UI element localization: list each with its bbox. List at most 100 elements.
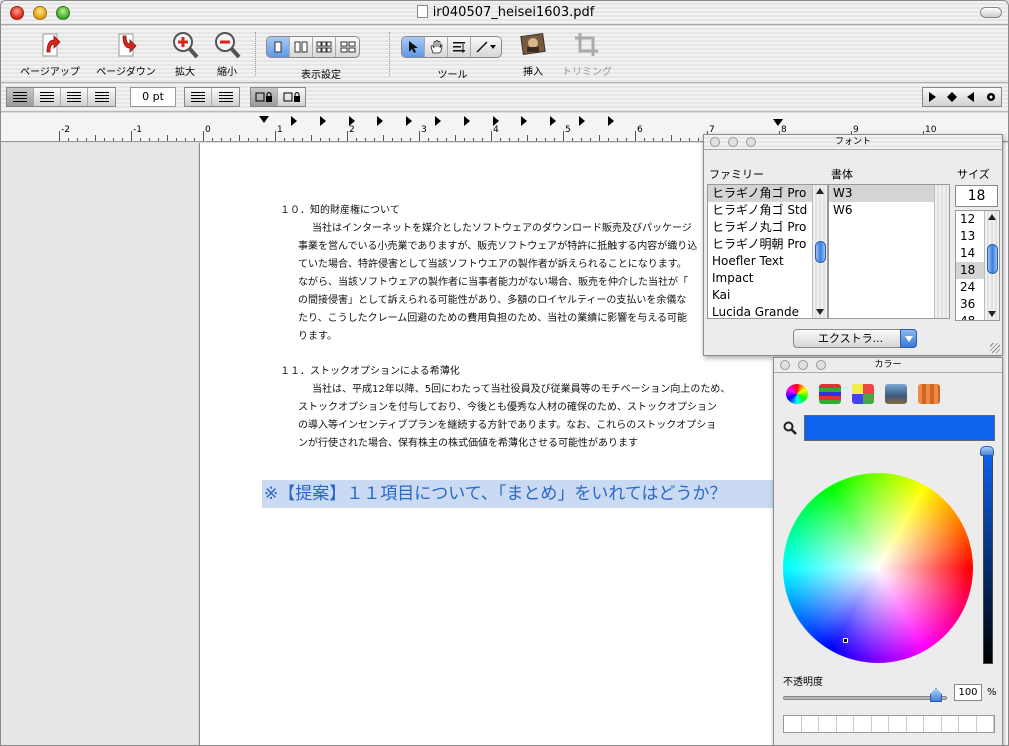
- align-left-button[interactable]: [7, 88, 34, 106]
- family-header: ファミリー: [709, 168, 764, 181]
- record-icon[interactable]: [986, 92, 996, 102]
- page-up-button[interactable]: ページアップ: [15, 30, 85, 78]
- previous-arrow-icon[interactable]: [967, 92, 975, 102]
- lock-control[interactable]: [250, 87, 306, 107]
- scroll-up-arrow-icon[interactable]: [988, 214, 996, 220]
- page-navigation-control[interactable]: [922, 87, 1002, 107]
- left-indent-marker[interactable]: [259, 116, 269, 123]
- brightness-slider-knob[interactable]: [980, 446, 994, 456]
- tab-stop-marker[interactable]: [550, 116, 557, 126]
- toolbar-toggle-button[interactable]: [980, 7, 1002, 18]
- color-panel-close-button[interactable]: [780, 360, 790, 370]
- scroll-down-arrow-icon[interactable]: [988, 311, 996, 317]
- tab-stop-marker[interactable]: [291, 116, 297, 126]
- extras-popup-button[interactable]: エクストラ...: [793, 329, 917, 348]
- paragraph-spacing-button[interactable]: [212, 88, 239, 106]
- opacity-field[interactable]: 100: [954, 684, 982, 701]
- opacity-unit: %: [987, 687, 997, 698]
- typeface-scrollbar[interactable]: [934, 185, 949, 318]
- lock-text-button[interactable]: [278, 88, 305, 106]
- family-list-item[interactable]: Impact: [708, 270, 827, 287]
- family-scroll-thumb[interactable]: [815, 241, 826, 263]
- diamond-icon[interactable]: [946, 92, 957, 102]
- typeface-list-item[interactable]: W3: [829, 185, 949, 202]
- crayons-mode-icon[interactable]: [918, 384, 940, 404]
- align-right-button[interactable]: [88, 88, 115, 106]
- font-panel-minimize-button[interactable]: [728, 137, 738, 147]
- family-list-item[interactable]: Kai: [708, 287, 827, 304]
- tab-stop-marker[interactable]: [319, 116, 326, 126]
- tab-stop-marker[interactable]: [435, 116, 441, 126]
- size-list[interactable]: 12 13 14 18 24 36 48: [955, 210, 1000, 321]
- tab-stop-marker[interactable]: [492, 116, 499, 126]
- insert-label: 挿入: [523, 67, 543, 78]
- current-color-swatch[interactable]: [804, 415, 995, 441]
- opacity-slider-knob[interactable]: [930, 688, 942, 702]
- tool-selector[interactable]: [401, 36, 502, 58]
- font-panel-close-button[interactable]: [710, 137, 720, 147]
- size-field[interactable]: 18: [955, 185, 998, 207]
- right-margin-marker[interactable]: [773, 119, 783, 126]
- align-justify-button[interactable]: [61, 88, 88, 106]
- family-list[interactable]: ヒラギノ角ゴ Pro ヒラギノ角ゴ Std ヒラギノ丸ゴ Pro ヒラギノ明朝 Pro…: [707, 184, 828, 319]
- magnifier-icon[interactable]: [783, 421, 797, 435]
- spacing-field[interactable]: 0 pt: [130, 87, 176, 107]
- select-arrow-tool[interactable]: [402, 37, 425, 57]
- scroll-down-arrow-icon[interactable]: [816, 309, 824, 315]
- facing-pages-view-button[interactable]: [290, 37, 313, 57]
- tab-stop-marker[interactable]: [348, 116, 355, 126]
- text-tool[interactable]: [448, 37, 471, 57]
- font-panel-titlebar[interactable]: フォント: [704, 135, 1002, 150]
- brightness-slider[interactable]: [983, 452, 993, 664]
- align-center-button[interactable]: [34, 88, 61, 106]
- typeface-list-item[interactable]: W6: [829, 202, 949, 219]
- tab-stop-marker[interactable]: [521, 116, 528, 126]
- scroll-up-arrow-icon[interactable]: [816, 188, 824, 194]
- color-wheel[interactable]: [783, 473, 973, 663]
- continuous-facing-view-button[interactable]: [336, 37, 359, 57]
- size-scrollbar[interactable]: [984, 211, 999, 320]
- size-scroll-thumb[interactable]: [987, 244, 998, 274]
- insert-button[interactable]: 挿入: [515, 30, 551, 78]
- alignment-control[interactable]: [6, 87, 116, 107]
- tab-stop-marker[interactable]: [579, 116, 585, 126]
- color-sliders-mode-icon[interactable]: [819, 384, 841, 404]
- tab-stop-marker[interactable]: [377, 116, 384, 126]
- tab-stop-marker[interactable]: [406, 116, 413, 126]
- line-spacing-button[interactable]: [185, 88, 212, 106]
- hand-tool[interactable]: [425, 37, 448, 57]
- zoom-in-button[interactable]: 拡大: [167, 30, 203, 78]
- family-list-item[interactable]: ヒラギノ角ゴ Pro: [708, 185, 827, 202]
- next-arrow-icon[interactable]: [928, 92, 937, 102]
- color-panel-zoom-button[interactable]: [816, 360, 826, 370]
- tab-stop-marker[interactable]: [463, 116, 470, 126]
- display-settings-control[interactable]: [266, 36, 360, 58]
- family-list-item[interactable]: ヒラギノ角ゴ Std: [708, 202, 827, 219]
- proposal-text-box[interactable]: ※【提案】１１項目について、「まとめ」をいれてはどうか？: [262, 480, 782, 508]
- line-spacing-control[interactable]: [184, 87, 240, 107]
- line-tool[interactable]: [471, 37, 501, 57]
- color-panel-minimize-button[interactable]: [798, 360, 808, 370]
- font-panel-zoom-button[interactable]: [746, 137, 756, 147]
- color-panel-titlebar[interactable]: カラー: [774, 358, 1002, 373]
- family-list-item[interactable]: Lucida Grande: [708, 304, 827, 318]
- color-wheel-cursor[interactable]: [843, 638, 848, 643]
- family-scrollbar[interactable]: [812, 185, 827, 318]
- color-palettes-mode-icon[interactable]: [852, 384, 874, 404]
- resize-grip-icon[interactable]: [990, 343, 1000, 353]
- family-list-item[interactable]: ヒラギノ丸ゴ Pro: [708, 219, 827, 236]
- tab-stop-marker[interactable]: [607, 116, 614, 126]
- page-down-button[interactable]: ページダウン: [91, 30, 161, 78]
- family-list-item[interactable]: ヒラギノ明朝 Pro: [708, 236, 827, 253]
- family-list-item[interactable]: Hoefler Text: [708, 253, 827, 270]
- continuous-view-button[interactable]: [313, 37, 336, 57]
- lock-layout-button[interactable]: [251, 88, 278, 106]
- zoom-out-button[interactable]: 縮小: [209, 30, 245, 78]
- typeface-list[interactable]: W3 W6: [828, 184, 950, 319]
- image-palette-mode-icon[interactable]: [885, 384, 907, 404]
- color-swatches-bar[interactable]: [783, 715, 995, 733]
- title-bar[interactable]: ir040507_heisei1603.pdf: [1, 1, 1008, 25]
- opacity-slider[interactable]: [783, 696, 947, 700]
- single-page-view-button[interactable]: [267, 37, 290, 57]
- color-wheel-mode-icon[interactable]: [786, 384, 808, 404]
